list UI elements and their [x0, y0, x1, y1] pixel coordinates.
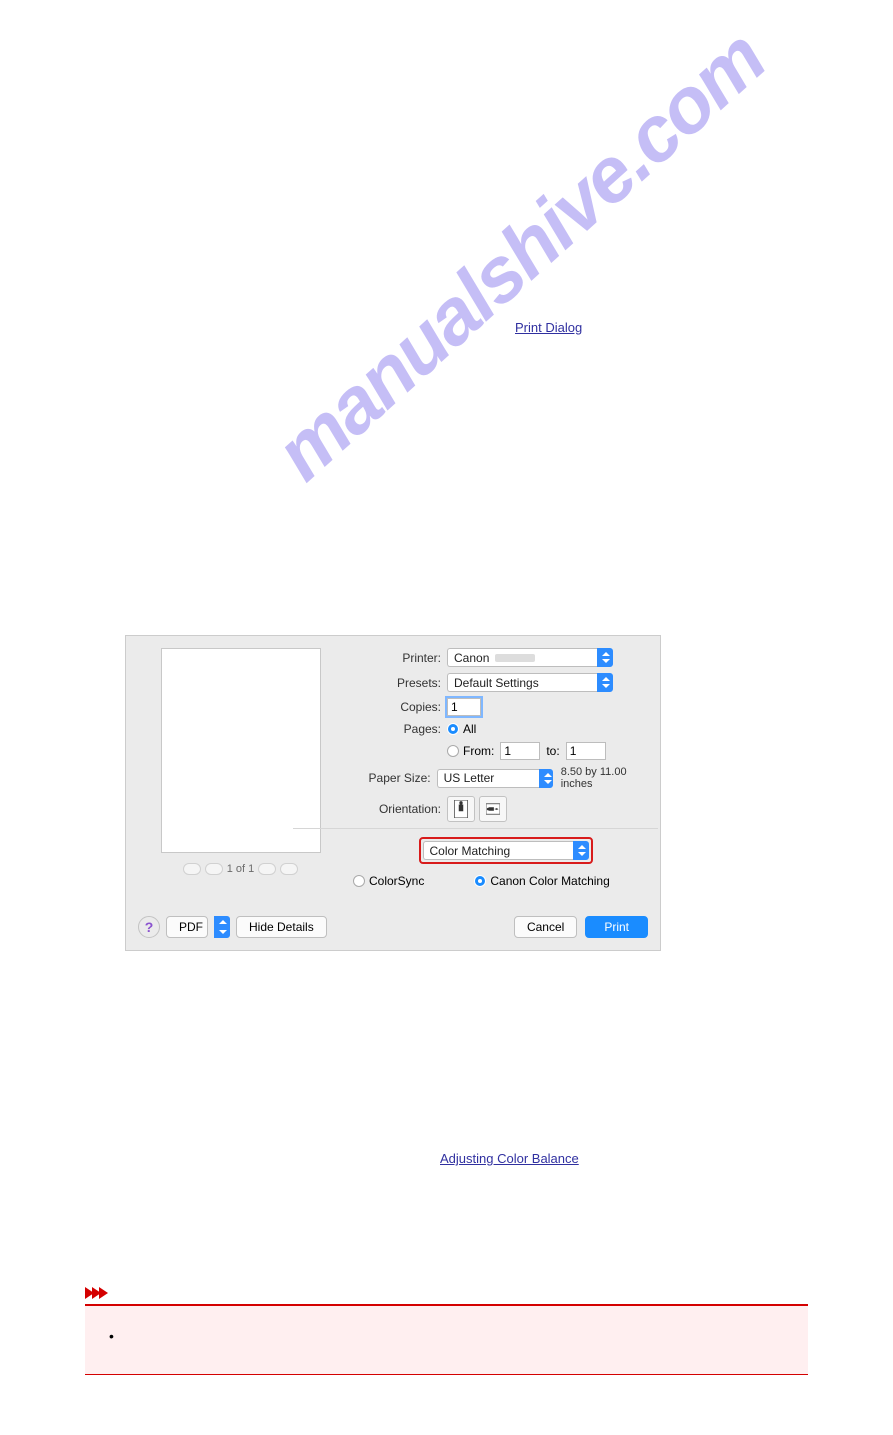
from-label: From: — [463, 744, 494, 758]
paper-size-label: Paper Size: — [363, 771, 431, 785]
colorsync-radio[interactable] — [353, 875, 365, 887]
copies-label: Copies: — [363, 700, 441, 714]
cancel-button[interactable]: Cancel — [514, 916, 577, 938]
presets-select[interactable]: Default Settings — [447, 673, 597, 692]
landscape-icon — [486, 800, 500, 818]
note-chevron-icon — [85, 1287, 106, 1299]
nav-next-icon[interactable] — [258, 863, 276, 875]
pdf-menu-button[interactable]: PDF — [166, 916, 208, 938]
highlighted-section-box: Color Matching — [419, 837, 593, 864]
printer-select[interactable]: Canon — [447, 648, 597, 667]
pages-all-text: All — [463, 722, 476, 736]
paper-dims-text: 8.50 by 11.00 inches — [561, 766, 648, 790]
dropdown-toggle-icon[interactable] — [539, 769, 553, 788]
orientation-portrait-button[interactable] — [447, 796, 475, 822]
colorsync-label: ColorSync — [369, 874, 424, 888]
dropdown-toggle-icon[interactable] — [573, 841, 589, 860]
to-input[interactable]: 1 — [566, 742, 606, 760]
canon-matching-label: Canon Color Matching — [490, 874, 609, 888]
nav-first-icon[interactable] — [183, 863, 201, 875]
print-button[interactable]: Print — [585, 916, 648, 938]
page-nav: 1 of 1 — [138, 863, 343, 875]
nav-prev-icon[interactable] — [205, 863, 223, 875]
paper-size-select[interactable]: US Letter — [437, 769, 539, 788]
important-note: • — [85, 1286, 808, 1375]
dropdown-toggle-icon[interactable] — [597, 673, 613, 692]
dropdown-toggle-icon[interactable] — [597, 648, 613, 667]
orientation-landscape-button[interactable] — [479, 796, 507, 822]
related-topic-link[interactable]: Adjusting Color Balance — [440, 1151, 579, 1166]
bullet-icon: • — [109, 1328, 114, 1344]
page-of-label: 1 of 1 — [227, 863, 255, 875]
print-dialog-screenshot: 1 of 1 Printer: Canon Presets: Default S… — [125, 635, 661, 951]
watermark-text: manualshive.com — [192, 0, 847, 557]
pages-label: Pages: — [363, 722, 441, 736]
print-preview — [161, 648, 321, 853]
to-label: to: — [546, 744, 559, 758]
nav-last-icon[interactable] — [280, 863, 298, 875]
portrait-icon — [454, 800, 468, 818]
presets-label: Presets: — [363, 676, 441, 690]
printer-label: Printer: — [363, 651, 441, 665]
help-button[interactable]: ? — [138, 916, 160, 938]
from-input[interactable]: 1 — [500, 742, 540, 760]
print-dialog-link[interactable]: Print Dialog — [515, 320, 582, 335]
canon-matching-radio[interactable] — [474, 875, 486, 887]
dropdown-toggle-icon[interactable] — [214, 916, 230, 938]
pages-all-radio[interactable] — [447, 723, 459, 735]
section-select[interactable]: Color Matching — [423, 841, 573, 860]
hide-details-button[interactable]: Hide Details — [236, 916, 327, 938]
orientation-label: Orientation: — [363, 802, 441, 816]
pages-range-radio[interactable] — [447, 745, 459, 757]
copies-input[interactable]: 1 — [447, 698, 481, 716]
